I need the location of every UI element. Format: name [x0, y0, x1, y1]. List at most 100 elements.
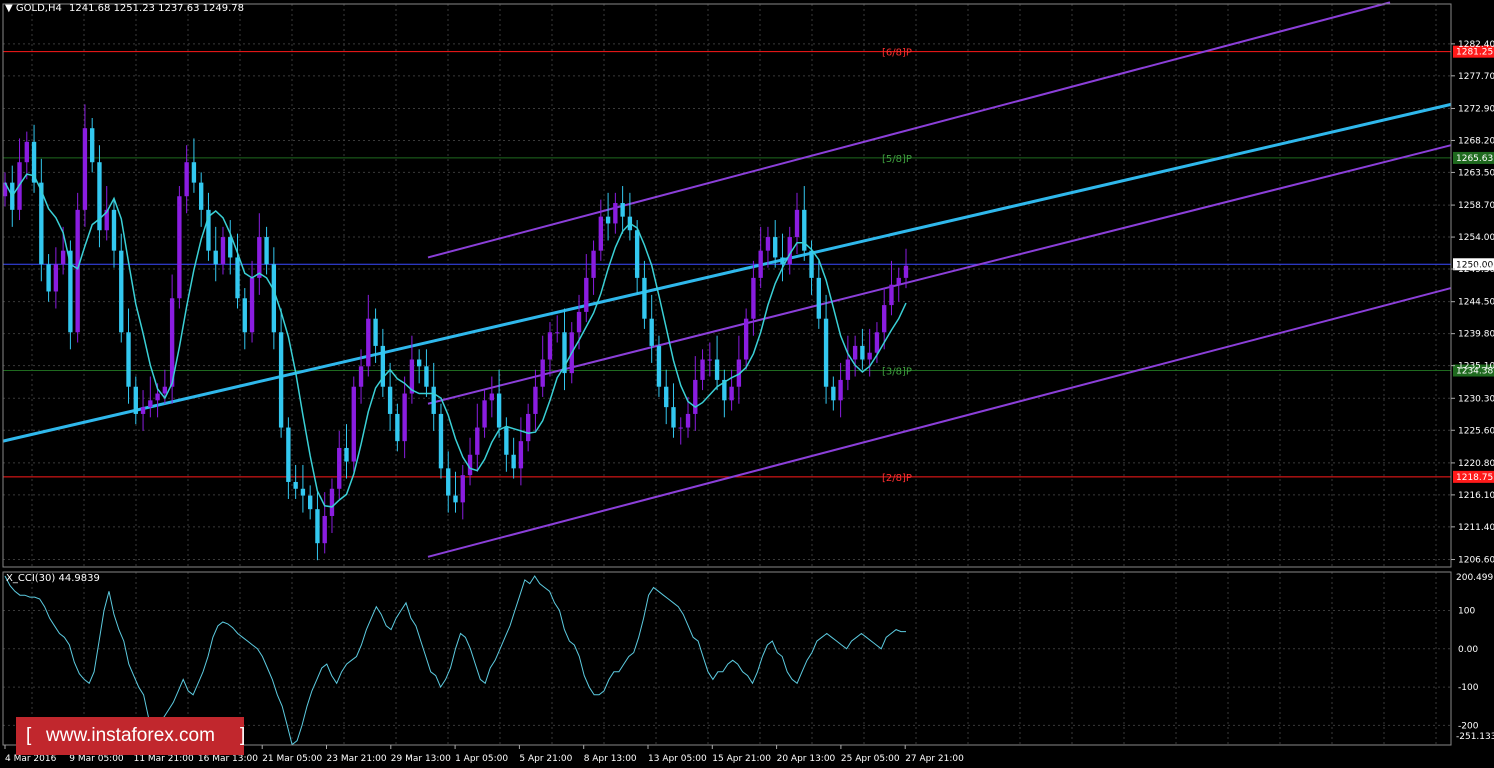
- candle-body: [758, 250, 763, 278]
- price-axis-label: 1206.60: [1458, 556, 1494, 566]
- candle-body: [300, 488, 306, 496]
- price-axis-label: 1258.70: [1458, 201, 1494, 211]
- candle-body: [140, 407, 146, 414]
- candle-body: [446, 468, 451, 496]
- candle-body: [860, 345, 865, 360]
- candle-body: [838, 379, 843, 401]
- candle-body: [293, 481, 298, 489]
- time-axis-label: 13 Apr 05:00: [648, 754, 707, 764]
- candle-body: [845, 359, 851, 380]
- candle-body: [337, 447, 342, 489]
- watermark-text: www.instaforex.com: [46, 725, 215, 746]
- price-axis-label: 1230.30: [1458, 394, 1494, 404]
- time-axis-label: 23 Mar 21:00: [327, 754, 387, 764]
- price-axis-label: 1216.10: [1458, 491, 1494, 501]
- candle-body: [424, 366, 429, 387]
- candle-body: [344, 447, 349, 462]
- watermark-close-bracket: ]: [240, 725, 246, 746]
- candle-body: [155, 393, 160, 401]
- candle-body: [685, 413, 691, 428]
- murrey-level-label: [2/8]P: [882, 473, 912, 484]
- cci-top-value: 200.4991: [1456, 573, 1494, 583]
- time-axis-label: 27 Apr 21:00: [905, 754, 964, 764]
- candle-body: [264, 237, 269, 265]
- candle-body: [852, 345, 858, 360]
- candle-body: [75, 209, 80, 333]
- candle-body: [780, 257, 785, 265]
- price-axis-label: 1249.30: [1458, 265, 1494, 275]
- candle-body: [729, 386, 734, 401]
- candle-body: [605, 216, 611, 224]
- candle-body: [387, 386, 393, 414]
- price-axis-label: 1282.40: [1458, 40, 1494, 50]
- candle-body: [547, 332, 553, 360]
- candle-body: [46, 264, 51, 292]
- cci-axis-label: 0.00: [1458, 645, 1478, 655]
- price-axis-label: 1272.90: [1458, 104, 1494, 114]
- candle-body: [315, 509, 320, 544]
- candle-body: [257, 237, 262, 278]
- candle-body: [809, 250, 814, 278]
- murrey-level-label: [3/8]P: [882, 367, 912, 378]
- candle-body: [867, 352, 872, 360]
- price-axis-label: 1254.00: [1458, 233, 1494, 243]
- candle-body: [525, 413, 531, 442]
- candle-body: [882, 305, 887, 333]
- candle-body: [707, 359, 712, 361]
- candle-body: [576, 311, 582, 333]
- time-axis-label: 16 Mar 13:00: [198, 754, 258, 764]
- candle-body: [678, 427, 683, 429]
- candle-body: [642, 277, 647, 319]
- candle-body: [373, 318, 378, 346]
- candle-body: [613, 203, 618, 224]
- time-axis-label: 1 Apr 05:00: [455, 754, 508, 764]
- candle-body: [162, 386, 168, 394]
- cci-axis-label: 100: [1458, 606, 1475, 616]
- candle-body: [90, 128, 95, 163]
- candle-body: [504, 427, 509, 455]
- candle-body: [416, 359, 422, 367]
- candle-body: [402, 393, 407, 442]
- time-axis-label: 4 Mar 2016: [5, 754, 57, 764]
- murrey-level-label: [6/8]P: [882, 48, 912, 59]
- candle-body: [53, 264, 59, 292]
- candle-body: [700, 359, 705, 380]
- candle-body: [533, 386, 538, 414]
- candle-body: [351, 386, 356, 462]
- watermark-open-bracket: [: [26, 725, 32, 746]
- time-axis-label: 21 Mar 05:00: [262, 754, 322, 764]
- candle-body: [278, 332, 284, 428]
- candle-body: [823, 318, 829, 387]
- cci-label: X_CCI(30) 44.9839: [6, 573, 100, 584]
- candle-body: [656, 345, 662, 387]
- candle-body: [184, 162, 189, 197]
- candle-body: [271, 264, 277, 333]
- dropdown-triangle-icon[interactable]: ▼: [5, 3, 13, 14]
- price-axis-label: 1277.70: [1458, 72, 1494, 82]
- candle-body: [765, 237, 771, 251]
- candle-body: [191, 162, 197, 183]
- candle-body: [816, 277, 821, 319]
- price-axis-label: 1263.50: [1458, 168, 1494, 178]
- price-axis-label: 1268.20: [1458, 136, 1494, 146]
- candle-body: [307, 495, 313, 510]
- chart-background: [0, 0, 1494, 768]
- candle-body: [395, 413, 400, 442]
- candle-body: [453, 495, 458, 503]
- murrey-level-label: [5/8]P: [882, 154, 912, 165]
- price-chart: 1281.25[6/8]P1265.63[5/8]P1250.001234.38…: [0, 0, 1494, 768]
- candle-body: [177, 196, 182, 299]
- candle-body: [133, 386, 138, 414]
- candle-body: [714, 359, 720, 380]
- candle-body: [620, 203, 625, 217]
- candle-body: [598, 216, 604, 251]
- price-axis-label: 1235.10: [1458, 362, 1494, 372]
- candle-body: [286, 427, 291, 482]
- time-axis-label: 8 Apr 13:00: [584, 754, 637, 764]
- ohlc-values: 1241.68 1251.23 1237.63 1249.78: [69, 3, 244, 14]
- candle-body: [591, 250, 596, 278]
- candle-body: [199, 182, 204, 210]
- candle-body: [555, 332, 560, 334]
- candle-body: [540, 359, 545, 387]
- candle-body: [889, 284, 894, 306]
